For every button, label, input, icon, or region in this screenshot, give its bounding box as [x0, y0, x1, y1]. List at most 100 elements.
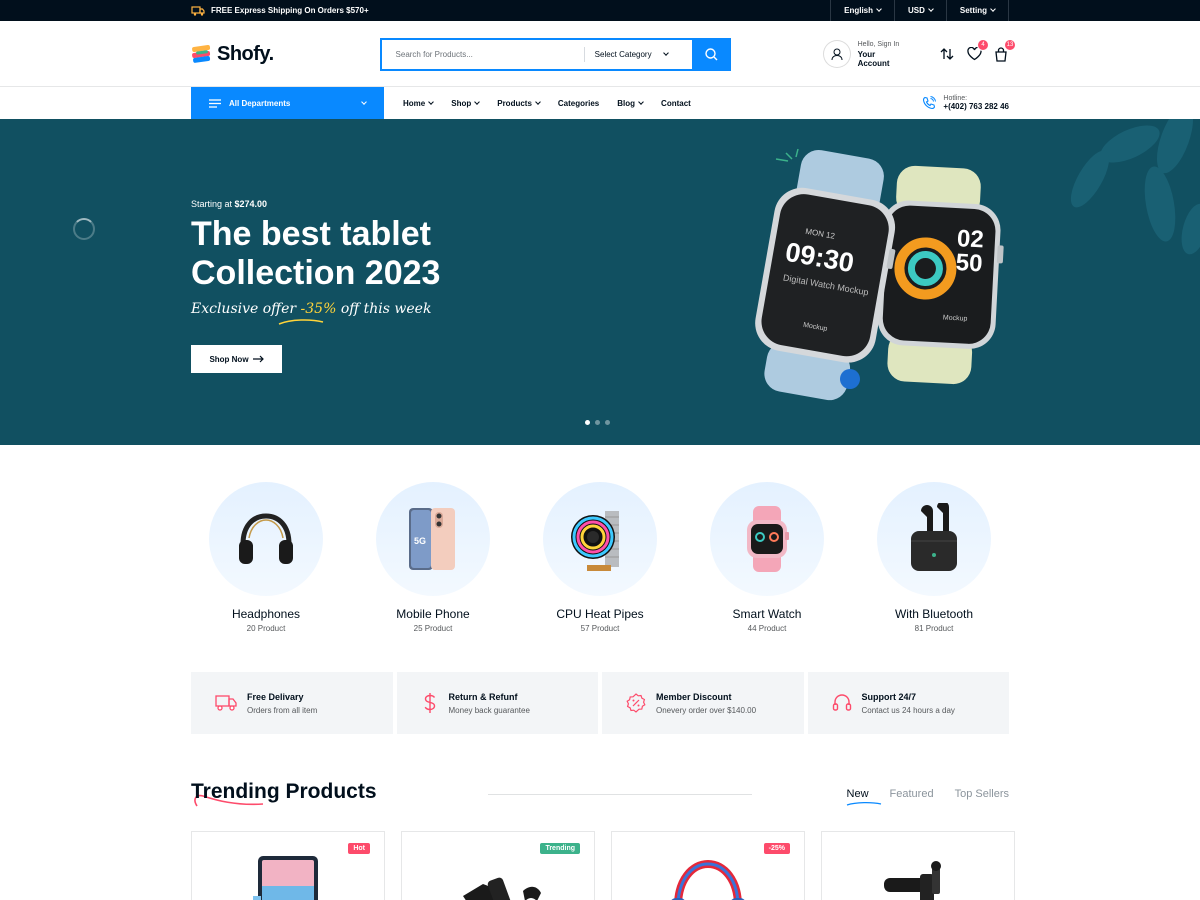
category-item-smart-watch[interactable]: Smart Watch 44 Product [710, 482, 824, 633]
category-count: 25 Product [413, 624, 453, 633]
account-link[interactable]: Hello, Sign In Your Account [822, 40, 909, 68]
feature-title: Free Delivary [247, 691, 304, 702]
tab-top-sellers[interactable]: Top Sellers [955, 788, 1009, 800]
category-item-mobile-phone[interactable]: 5G Mobile Phone 25 Product [376, 482, 490, 633]
slider-dot[interactable] [605, 420, 610, 425]
earbuds-icon [911, 503, 957, 571]
svg-text:5G: 5G [414, 536, 426, 546]
tab-new[interactable]: New [846, 788, 881, 806]
hotline-label: Hotline: [943, 95, 968, 102]
category-name: Mobile Phone [396, 607, 470, 621]
hotline[interactable]: Hotline: +(402) 763 282 46 [922, 95, 1009, 111]
product-card[interactable]: -25% [611, 831, 805, 900]
product-card[interactable]: Trending [401, 831, 595, 900]
product-tag: Trending [540, 843, 580, 854]
mobile-phone-icon: 5G [409, 508, 455, 570]
setting-label: Setting [959, 6, 987, 15]
all-departments-button[interactable]: All Departments [191, 87, 384, 119]
truck-icon [191, 5, 205, 16]
product-tag: Hot [348, 843, 370, 854]
gimbal-icon [463, 877, 541, 900]
cart-button[interactable]: 13 [993, 39, 1016, 62]
arrow-right-icon [252, 355, 264, 363]
product-tag: -25% [763, 843, 790, 854]
headphones-icon [671, 859, 745, 900]
compare-icon [940, 48, 954, 60]
shipping-text: FREE Express Shipping On Orders $570+ [211, 6, 369, 15]
chevron-down-icon [638, 98, 644, 105]
shop-now-button[interactable]: Shop Now [191, 345, 282, 373]
tab-label: New [846, 788, 869, 800]
account-greeting: Hello, Sign In [857, 40, 900, 48]
nav-item-blog[interactable]: Blog [617, 98, 644, 108]
offer-suffix: off this week [336, 301, 432, 317]
feature-free-delivery: Free Delivary Orders from all item [191, 672, 393, 734]
search-icon [704, 47, 718, 60]
search-input[interactable] [381, 39, 584, 69]
nav-item-home[interactable]: Home [403, 98, 435, 108]
feature-member-discount: Member Discount Onevery order over $140.0… [602, 672, 804, 734]
divider [488, 794, 752, 795]
discount-icon [626, 693, 646, 713]
top-bar: FREE Express Shipping On Orders $570+ En… [0, 0, 1200, 21]
category-list: Headphones 20 Product 5G Mobile Phone 25… [209, 482, 991, 633]
nav-item-categories[interactable]: Categories [558, 99, 599, 108]
category-count: 20 Product [246, 624, 286, 633]
product-card[interactable] [821, 831, 1015, 900]
offer-underline [278, 319, 324, 325]
category-name: Headphones [231, 607, 301, 621]
product-card[interactable]: Hot [191, 831, 385, 900]
feature-title: Return & Refunf [448, 691, 518, 702]
nav-menu: Home Shop Products Categories Blog Conta… [403, 99, 691, 108]
hero-title: The best tablet Collection 2023 [191, 215, 440, 293]
category-label: Select Category [594, 49, 652, 59]
trending-header: Trending Products New Featured Top Selle… [191, 778, 1009, 808]
category-count: 44 Product [747, 624, 787, 633]
nav-label: Blog [617, 98, 636, 108]
search-button[interactable] [691, 37, 731, 71]
slider-dot[interactable] [585, 420, 590, 425]
feature-desc: Contact us 24 hours a day [861, 705, 955, 715]
nav-label: Products [497, 98, 532, 108]
wishlist-count-badge: 4 [977, 39, 989, 51]
hero-slider: Starting at $274.00 The best tablet Colle… [0, 119, 1200, 445]
language-select[interactable]: English [830, 0, 894, 21]
feature-support: Support 24/7 Contact us 24 hours a day [807, 672, 1009, 734]
menu-icon [209, 98, 221, 108]
cart-count-badge: 13 [1004, 39, 1016, 51]
currency-select[interactable]: USD [894, 0, 946, 21]
nav-item-contact[interactable]: Contact [661, 99, 691, 108]
compare-button[interactable] [939, 46, 955, 62]
chevron-down-icon [428, 98, 435, 105]
offer-percent: -35% [300, 301, 337, 317]
watch-right-min: 50 [955, 249, 983, 277]
slider-dot[interactable] [595, 420, 600, 425]
chevron-down-icon [361, 98, 367, 105]
tab-featured[interactable]: Featured [890, 788, 934, 800]
chevron-down-icon [662, 49, 669, 56]
shop-now-label: Shop Now [209, 354, 249, 364]
logo[interactable]: Shofy. [191, 43, 380, 66]
hero-offer: Exclusive offer -35% off this week [191, 301, 440, 325]
hero-title-line2: Collection 2023 [191, 254, 441, 292]
tablet-icon [253, 856, 318, 900]
nav-item-products[interactable]: Products [497, 98, 541, 108]
feature-desc: Orders from all item [247, 705, 318, 715]
setting-select[interactable]: Setting [945, 0, 1009, 21]
category-select[interactable]: Select Category [583, 46, 692, 62]
starting-prefix: Starting at [191, 199, 235, 209]
product-grid: Hot Trending -25% [191, 831, 1015, 900]
category-image [877, 482, 991, 596]
starting-price: $274.00 [234, 199, 268, 209]
category-item-headphones[interactable]: Headphones 20 Product [209, 482, 323, 633]
wishlist-button[interactable]: 4 [966, 39, 989, 62]
category-item-with-bluetooth[interactable]: With Bluetooth 81 Product [877, 482, 991, 633]
feature-desc: Onevery order over $140.00 [656, 705, 757, 715]
trending-tabs: New Featured Top Sellers [846, 788, 1009, 806]
chevron-down-icon [876, 6, 882, 12]
tab-underline [846, 801, 881, 806]
loading-spinner [73, 218, 95, 240]
nav-item-shop[interactable]: Shop [451, 99, 481, 108]
category-item-cpu-heat-pipes[interactable]: CPU Heat Pipes 57 Product [543, 482, 657, 633]
smartwatch-image: 02 50 Mockup MON 12 09:30 Digital Watch … [755, 148, 1004, 401]
